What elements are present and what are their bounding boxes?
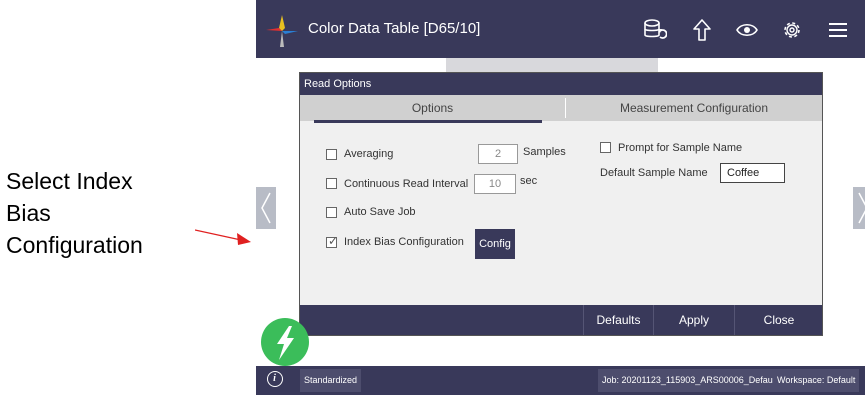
dialog-title: Read Options bbox=[300, 73, 822, 95]
continuous-read-checkbox[interactable] bbox=[326, 178, 337, 189]
title-bar: Color Data Table [D65/10] bbox=[256, 0, 865, 58]
annotation-line-1: Select Index bbox=[6, 168, 133, 194]
samples-unit-label: Samples bbox=[523, 146, 566, 158]
menu-icon[interactable] bbox=[826, 18, 850, 42]
apply-button[interactable]: Apply bbox=[653, 305, 734, 335]
info-icon[interactable]: i bbox=[267, 371, 283, 387]
annotation-line-3: Configuration bbox=[6, 232, 143, 258]
continuous-read-interval-input[interactable]: 10 bbox=[474, 174, 516, 194]
previous-page-button[interactable] bbox=[256, 187, 276, 229]
annotation-text: Select Index Bias Configuration bbox=[6, 165, 226, 261]
chevron-left-icon bbox=[261, 192, 271, 224]
eye-icon[interactable] bbox=[735, 18, 759, 42]
background-table-header bbox=[446, 58, 658, 72]
read-options-dialog: Read Options Options Measurement Configu… bbox=[299, 72, 823, 336]
continuous-read-label: Continuous Read Interval bbox=[344, 178, 469, 190]
job-name[interactable]: Job: 20201123_115903_ARS00006_Default* bbox=[598, 369, 785, 392]
app-window: Color Data Table [D65/10] Read Options O… bbox=[256, 0, 865, 395]
measure-button[interactable] bbox=[261, 318, 309, 366]
sec-unit-label: sec bbox=[520, 175, 538, 187]
index-bias-checkbox[interactable]: ✓ bbox=[326, 234, 339, 248]
app-title: Color Data Table [D65/10] bbox=[308, 20, 481, 37]
app-logo-icon bbox=[266, 15, 298, 47]
averaging-label: Averaging bbox=[344, 148, 394, 160]
averaging-checkbox[interactable] bbox=[326, 149, 337, 160]
tab-bar: Options Measurement Configuration bbox=[300, 95, 822, 121]
annotation-line-2: Bias bbox=[6, 200, 51, 226]
close-button[interactable]: Close bbox=[734, 305, 823, 335]
gear-icon[interactable] bbox=[780, 18, 804, 42]
averaging-samples-input[interactable]: 2 bbox=[478, 144, 518, 164]
upload-arrow-icon[interactable] bbox=[690, 18, 714, 42]
active-tab-indicator bbox=[314, 120, 542, 123]
index-bias-label: Index Bias Configuration bbox=[344, 236, 464, 248]
defaults-button[interactable]: Defaults bbox=[583, 305, 653, 335]
config-button[interactable]: Config bbox=[475, 229, 515, 259]
database-sync-icon[interactable] bbox=[643, 18, 667, 42]
chevron-right-icon bbox=[858, 192, 865, 224]
auto-save-job-label: Auto Save Job bbox=[344, 206, 416, 218]
tab-measurement-configuration[interactable]: Measurement Configuration bbox=[566, 95, 822, 121]
next-page-button[interactable] bbox=[853, 187, 865, 229]
checkmark-icon: ✓ bbox=[328, 234, 339, 248]
tab-options[interactable]: Options bbox=[300, 95, 565, 121]
dialog-footer: Defaults Apply Close bbox=[300, 305, 822, 335]
annotation-arrow-icon bbox=[195, 229, 251, 245]
default-sample-name-input[interactable]: Coffee bbox=[720, 163, 785, 183]
status-bar: i Standardized Job: 20201123_115903_ARS0… bbox=[256, 366, 865, 395]
standardization-status: Standardized bbox=[300, 369, 362, 392]
prompt-sample-name-checkbox[interactable] bbox=[600, 142, 611, 153]
workspace-name[interactable]: Workspace: Default bbox=[773, 369, 860, 392]
lightning-bolt-icon bbox=[277, 326, 294, 360]
prompt-sample-name-label: Prompt for Sample Name bbox=[618, 142, 743, 154]
default-sample-name-label: Default Sample Name bbox=[600, 167, 708, 179]
auto-save-job-checkbox[interactable] bbox=[326, 207, 337, 218]
